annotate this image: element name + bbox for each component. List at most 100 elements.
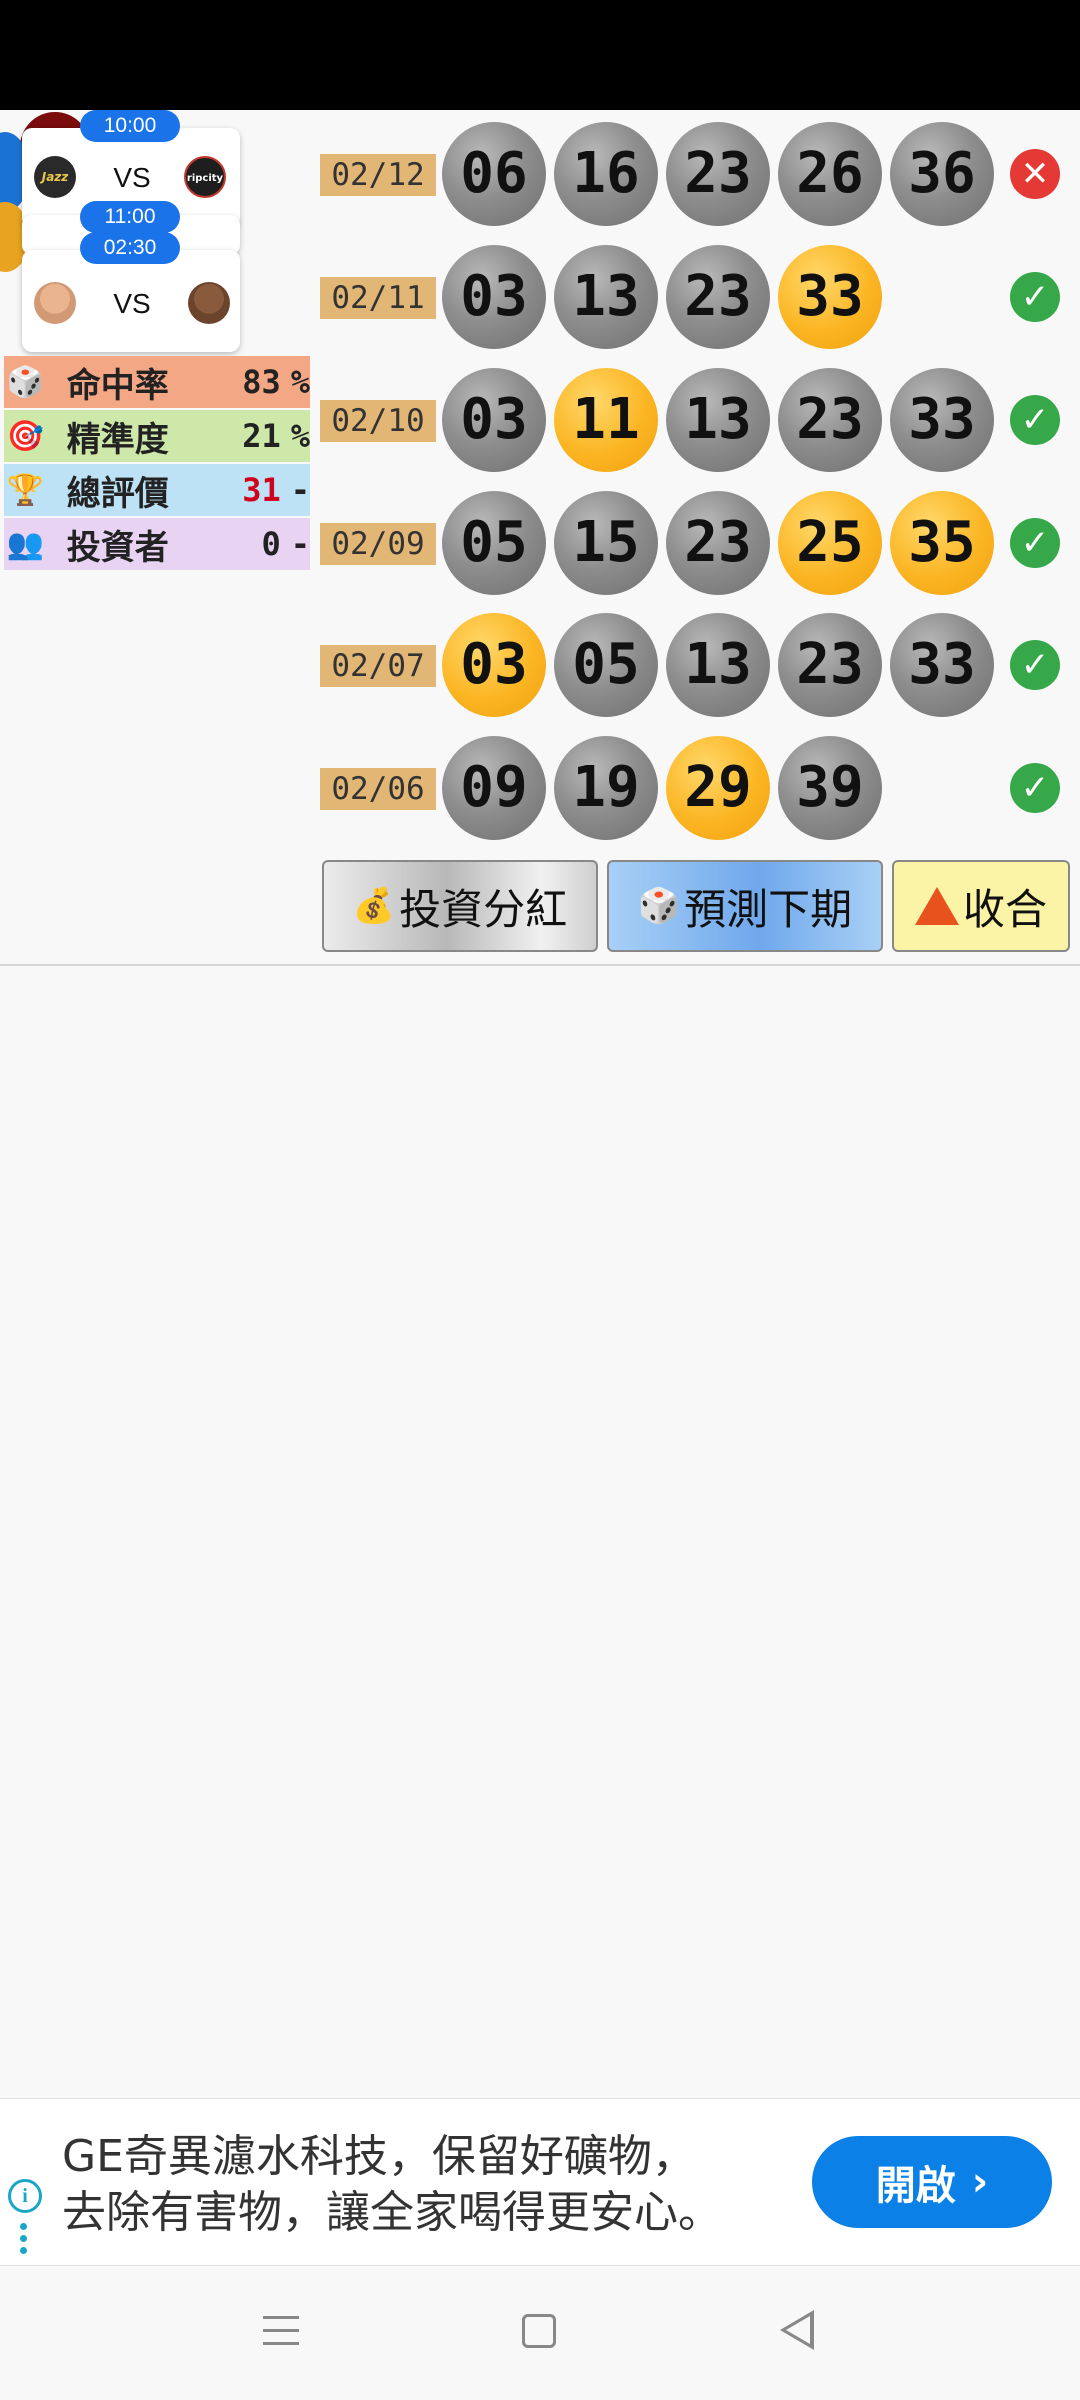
invest-dividend-label: 投資分紅 <box>399 884 568 934</box>
target-icon: 🎯 <box>6 418 45 454</box>
money-icon: 💰 <box>352 886 396 926</box>
number-ball: 16 <box>554 122 658 226</box>
number-ball: 13 <box>666 613 770 717</box>
number-ball: 23 <box>778 368 882 472</box>
match-card[interactable]: 02:30 VS <box>22 232 240 352</box>
number-ball: 06 <box>442 122 546 226</box>
draw-date: 02/09 <box>320 523 436 565</box>
recent-apps-icon[interactable] <box>263 2316 299 2355</box>
number-ball: 09 <box>442 736 546 840</box>
stat-unit: - <box>290 525 310 563</box>
number-ball: 33 <box>778 245 882 349</box>
number-ball: 05 <box>442 491 546 595</box>
draw-row: 02/07 03 05 13 23 33 ✓ <box>320 613 1080 717</box>
check-icon: ✓ <box>1010 395 1060 445</box>
versus-label: VS <box>113 162 151 193</box>
trophy-icon: 🏆 <box>6 472 45 508</box>
dice-icon: 🎲 <box>637 886 681 926</box>
ad-info-icon[interactable]: i <box>8 2179 42 2213</box>
draw-row: 02/10 03 11 13 23 33 ✓ <box>320 368 1080 472</box>
predict-next-button[interactable]: 🎲 預測下期 <box>607 860 883 952</box>
draw-row: 02/12 06 16 23 26 36 ✕ <box>320 122 1080 226</box>
status-bar <box>0 0 1080 110</box>
number-ball: 23 <box>666 122 770 226</box>
stat-label: 精準度 <box>66 419 169 460</box>
number-ball: 13 <box>554 245 658 349</box>
stat-value: 31 <box>242 471 281 509</box>
number-ball: 39 <box>778 736 882 840</box>
number-ball: 19 <box>554 736 658 840</box>
number-ball: 23 <box>778 613 882 717</box>
versus-label: VS <box>113 288 151 319</box>
cross-icon: ✕ <box>1010 149 1060 199</box>
number-ball: 25 <box>778 491 882 595</box>
draw-row: 02/11 03 13 23 33 ✓ <box>320 245 1080 349</box>
stat-investors: 👥 投資者 0 - <box>4 518 310 570</box>
stat-label: 命中率 <box>66 365 169 406</box>
number-ball: 23 <box>666 491 770 595</box>
collapse-button[interactable]: 收合 <box>892 860 1070 952</box>
triangle-up-icon <box>914 887 959 925</box>
dice-icon: 🎲 <box>6 364 45 400</box>
number-ball: 26 <box>778 122 882 226</box>
stat-accuracy: 🎯 精準度 21 % <box>4 410 310 462</box>
player-avatar <box>188 282 230 324</box>
number-ball: 13 <box>666 368 770 472</box>
draw-date: 02/11 <box>320 277 436 319</box>
stat-value: 83 <box>242 363 281 401</box>
stats-panel: 🎲 命中率 83 % 🎯 精準度 21 % 🏆 總評價 31 - 👥 投資者 0… <box>4 356 310 572</box>
stat-rating: 🏆 總評價 31 - <box>4 464 310 516</box>
number-ball: 03 <box>442 613 546 717</box>
stat-unit: % <box>290 363 310 401</box>
match-time-badge: 11:00 <box>80 201 180 233</box>
predict-next-label: 預測下期 <box>684 884 853 934</box>
number-ball: 33 <box>890 613 994 717</box>
number-ball: 29 <box>666 736 770 840</box>
number-ball: 03 <box>442 245 546 349</box>
match-time-badge: 10:00 <box>80 110 180 142</box>
stat-label: 投資者 <box>66 527 169 568</box>
draw-row: 02/06 09 19 29 39 ✓ <box>320 736 1080 840</box>
check-icon: ✓ <box>1010 763 1060 813</box>
stat-unit: - <box>290 471 310 509</box>
match-time-badge: 02:30 <box>80 232 180 264</box>
check-icon: ✓ <box>1010 272 1060 322</box>
investors-icon: 👥 <box>6 526 45 562</box>
ad-text[interactable]: GE奇異濾水科技，保留好礦物， 去除有害物，讓全家喝得更安心。 <box>62 2129 782 2241</box>
system-nav-bar <box>0 2266 1080 2400</box>
draw-date: 02/06 <box>320 768 436 810</box>
home-icon[interactable] <box>522 2314 556 2348</box>
number-ball: 33 <box>890 368 994 472</box>
number-ball: 05 <box>554 613 658 717</box>
number-ball: 03 <box>442 368 546 472</box>
invest-dividend-button[interactable]: 💰 投資分紅 <box>322 860 598 952</box>
number-ball: 35 <box>890 491 994 595</box>
draw-date: 02/10 <box>320 400 436 442</box>
draw-date: 02/07 <box>320 645 436 687</box>
stat-value: 0 <box>261 525 281 563</box>
ad-open-label: 開啟 <box>875 2163 956 2209</box>
ripcity-logo-icon: ripcity <box>184 156 226 198</box>
player-avatar <box>34 282 76 324</box>
check-icon: ✓ <box>1010 640 1060 690</box>
ad-open-button[interactable]: 開啟 › <box>812 2136 1052 2228</box>
chevron-right-icon: › <box>971 2159 989 2205</box>
section-divider <box>0 964 1080 966</box>
stat-unit: % <box>290 417 310 455</box>
number-ball: 11 <box>554 368 658 472</box>
draw-row: 02/09 05 15 23 25 35 ✓ <box>320 491 1080 595</box>
ad-line-2: 去除有害物，讓全家喝得更安心。 <box>62 2187 722 2238</box>
ad-menu-icon[interactable] <box>20 2223 28 2259</box>
check-icon: ✓ <box>1010 518 1060 568</box>
stat-hit-rate: 🎲 命中率 83 % <box>4 356 310 408</box>
stat-value: 21 <box>242 417 281 455</box>
stat-label: 總評價 <box>66 473 169 514</box>
ad-line-1: GE奇異濾水科技，保留好礦物， <box>62 2131 696 2182</box>
number-ball: 23 <box>666 245 770 349</box>
back-icon[interactable] <box>780 2310 814 2350</box>
number-ball: 15 <box>554 491 658 595</box>
draw-date: 02/12 <box>320 154 436 196</box>
jazz-logo-icon: Jazz <box>34 156 76 198</box>
number-ball: 36 <box>890 122 994 226</box>
ad-banner[interactable]: i GE奇異濾水科技，保留好礦物， 去除有害物，讓全家喝得更安心。 開啟 › <box>0 2098 1080 2266</box>
